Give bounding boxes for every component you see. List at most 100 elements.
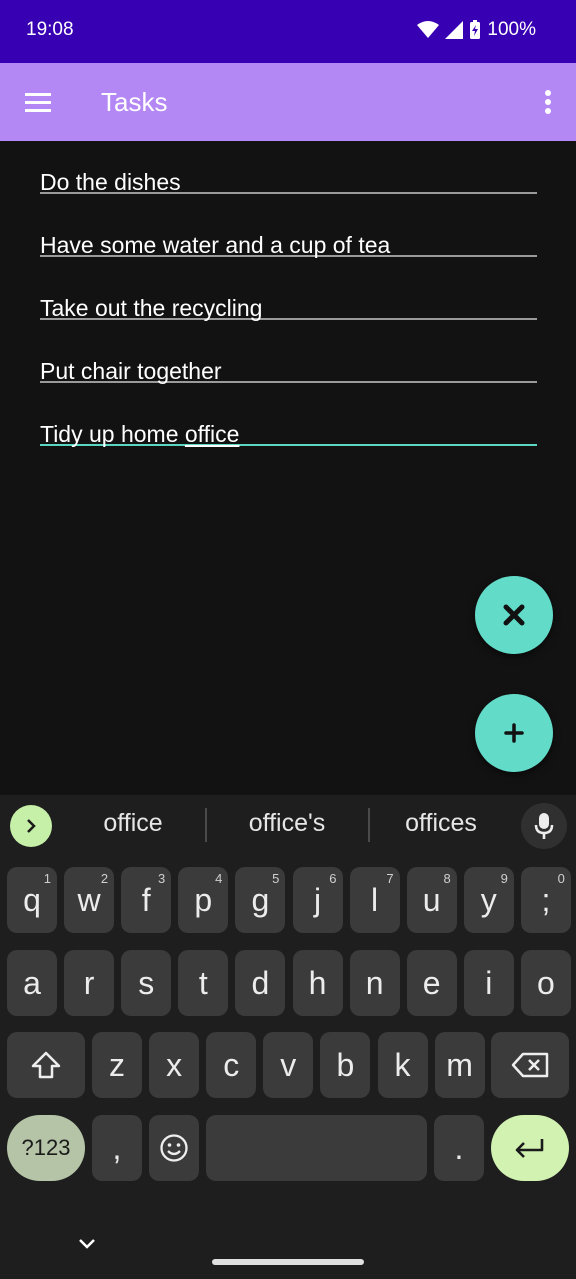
key-h[interactable]: h: [292, 950, 343, 1016]
symbols-key[interactable]: ?123: [7, 1115, 85, 1181]
task-item[interactable]: Have some water and a cup of tea: [40, 215, 537, 258]
emoji-key[interactable]: [149, 1115, 199, 1181]
key-e[interactable]: e: [406, 950, 457, 1016]
key-label: n: [365, 964, 384, 1001]
chevron-right-icon: [27, 819, 36, 833]
battery-icon: [469, 20, 481, 40]
key-n[interactable]: n: [349, 950, 400, 1016]
key-t[interactable]: t: [178, 950, 229, 1016]
key-j[interactable]: j6: [292, 867, 343, 933]
signal-icon: [445, 21, 464, 39]
gesture-handle[interactable]: [212, 1259, 364, 1265]
task-item[interactable]: Put chair together: [40, 341, 537, 384]
suggestion-1[interactable]: office: [72, 809, 194, 838]
key-label: ;: [541, 881, 551, 918]
key-;[interactable]: ; 0: [520, 867, 571, 933]
key-r[interactable]: r: [64, 950, 115, 1016]
task-text: Tidy up home office: [40, 419, 239, 449]
key-q[interactable]: q1: [7, 867, 57, 933]
comma-key[interactable]: ,: [92, 1115, 142, 1181]
key-k[interactable]: k: [377, 1032, 428, 1098]
key-hint: 0: [557, 871, 565, 886]
plus-icon: [504, 723, 524, 743]
battery-level: 100%: [487, 19, 536, 40]
backspace-key[interactable]: [491, 1032, 569, 1098]
app-bar: Tasks: [0, 63, 576, 141]
task-item[interactable]: Do the dishes: [40, 152, 537, 195]
key-g[interactable]: g5: [235, 867, 286, 933]
key-l[interactable]: l7: [349, 867, 400, 933]
suggestion-strip: office office's offices: [0, 795, 576, 855]
key-i[interactable]: i: [463, 950, 514, 1016]
key-s[interactable]: s: [121, 950, 172, 1016]
suggestion-3[interactable]: offices: [380, 809, 502, 838]
key-label: c: [223, 1046, 240, 1083]
expand-toolbar-button[interactable]: [10, 805, 52, 847]
key-label: m: [446, 1046, 473, 1083]
key-m[interactable]: m: [434, 1032, 485, 1098]
key-hint: 1: [43, 871, 51, 886]
keyboard: office office's offices ?123 , . q 1 w 2…: [0, 795, 576, 1279]
voice-input-button[interactable]: [521, 803, 567, 849]
enter-icon: [515, 1139, 544, 1158]
status-bar: 19:08 100%: [0, 0, 576, 63]
key-label: a: [23, 964, 41, 1001]
wifi-icon: [417, 21, 440, 39]
key-label: h: [308, 964, 327, 1001]
chevron-down-icon: [79, 1239, 95, 1249]
key-label: q: [23, 881, 41, 918]
key-x[interactable]: x: [149, 1032, 200, 1098]
emoji-icon: [160, 1134, 188, 1162]
task-text: Do the dishes: [40, 169, 181, 195]
key-f[interactable]: f3: [121, 867, 172, 933]
task-text: Have some water and a cup of tea: [40, 232, 391, 258]
key-d[interactable]: d: [235, 950, 286, 1016]
key-label: j: [313, 881, 322, 918]
key-label: d: [251, 964, 270, 1001]
key-label: f: [141, 881, 151, 918]
menu-button[interactable]: [18, 83, 58, 123]
delete-fab[interactable]: [475, 576, 553, 654]
key-hint: 8: [443, 871, 451, 886]
key-label: s: [138, 964, 155, 1001]
key-w[interactable]: w2: [64, 867, 115, 933]
key-y[interactable]: y9: [463, 867, 514, 933]
enter-key[interactable]: [491, 1115, 569, 1181]
key-label: l: [371, 881, 379, 918]
hide-keyboard-button[interactable]: [77, 1237, 97, 1256]
suggestion-2[interactable]: office's: [216, 809, 358, 838]
key-label: o: [536, 964, 555, 1001]
key-b[interactable]: b: [320, 1032, 371, 1098]
overflow-menu-button[interactable]: [536, 83, 560, 123]
key-c[interactable]: c: [206, 1032, 257, 1098]
shift-key[interactable]: [7, 1032, 85, 1098]
key-u[interactable]: u8: [406, 867, 457, 933]
composing-word: office: [184, 421, 240, 447]
key-label: u: [422, 881, 441, 918]
divider: [368, 808, 370, 842]
key-hint: 5: [272, 871, 280, 886]
task-text-prefix: Tidy up home: [40, 421, 185, 447]
key-a[interactable]: a: [7, 950, 57, 1016]
key-hint: 4: [215, 871, 223, 886]
period-key[interactable]: .: [434, 1115, 484, 1181]
key-z[interactable]: z: [92, 1032, 142, 1098]
key-hint: 6: [329, 871, 337, 886]
space-key[interactable]: [206, 1115, 427, 1181]
key-hint: 9: [500, 871, 508, 886]
key-label: t: [198, 964, 208, 1001]
key-label: y: [480, 881, 497, 918]
app-title: Tasks: [101, 87, 168, 117]
key-label: v: [280, 1046, 297, 1083]
key-hint: 2: [100, 871, 109, 886]
key-p[interactable]: p4: [178, 867, 229, 933]
backspace-icon: [511, 1052, 549, 1078]
task-input-editing[interactable]: Tidy up home office: [40, 404, 537, 449]
key-o[interactable]: o: [520, 950, 571, 1016]
add-task-fab[interactable]: [475, 694, 553, 772]
task-item[interactable]: Take out the recycling: [40, 278, 537, 321]
shift-icon: [31, 1051, 61, 1079]
key-label: x: [166, 1046, 183, 1083]
status-time: 19:08: [26, 19, 74, 40]
key-v[interactable]: v: [263, 1032, 314, 1098]
